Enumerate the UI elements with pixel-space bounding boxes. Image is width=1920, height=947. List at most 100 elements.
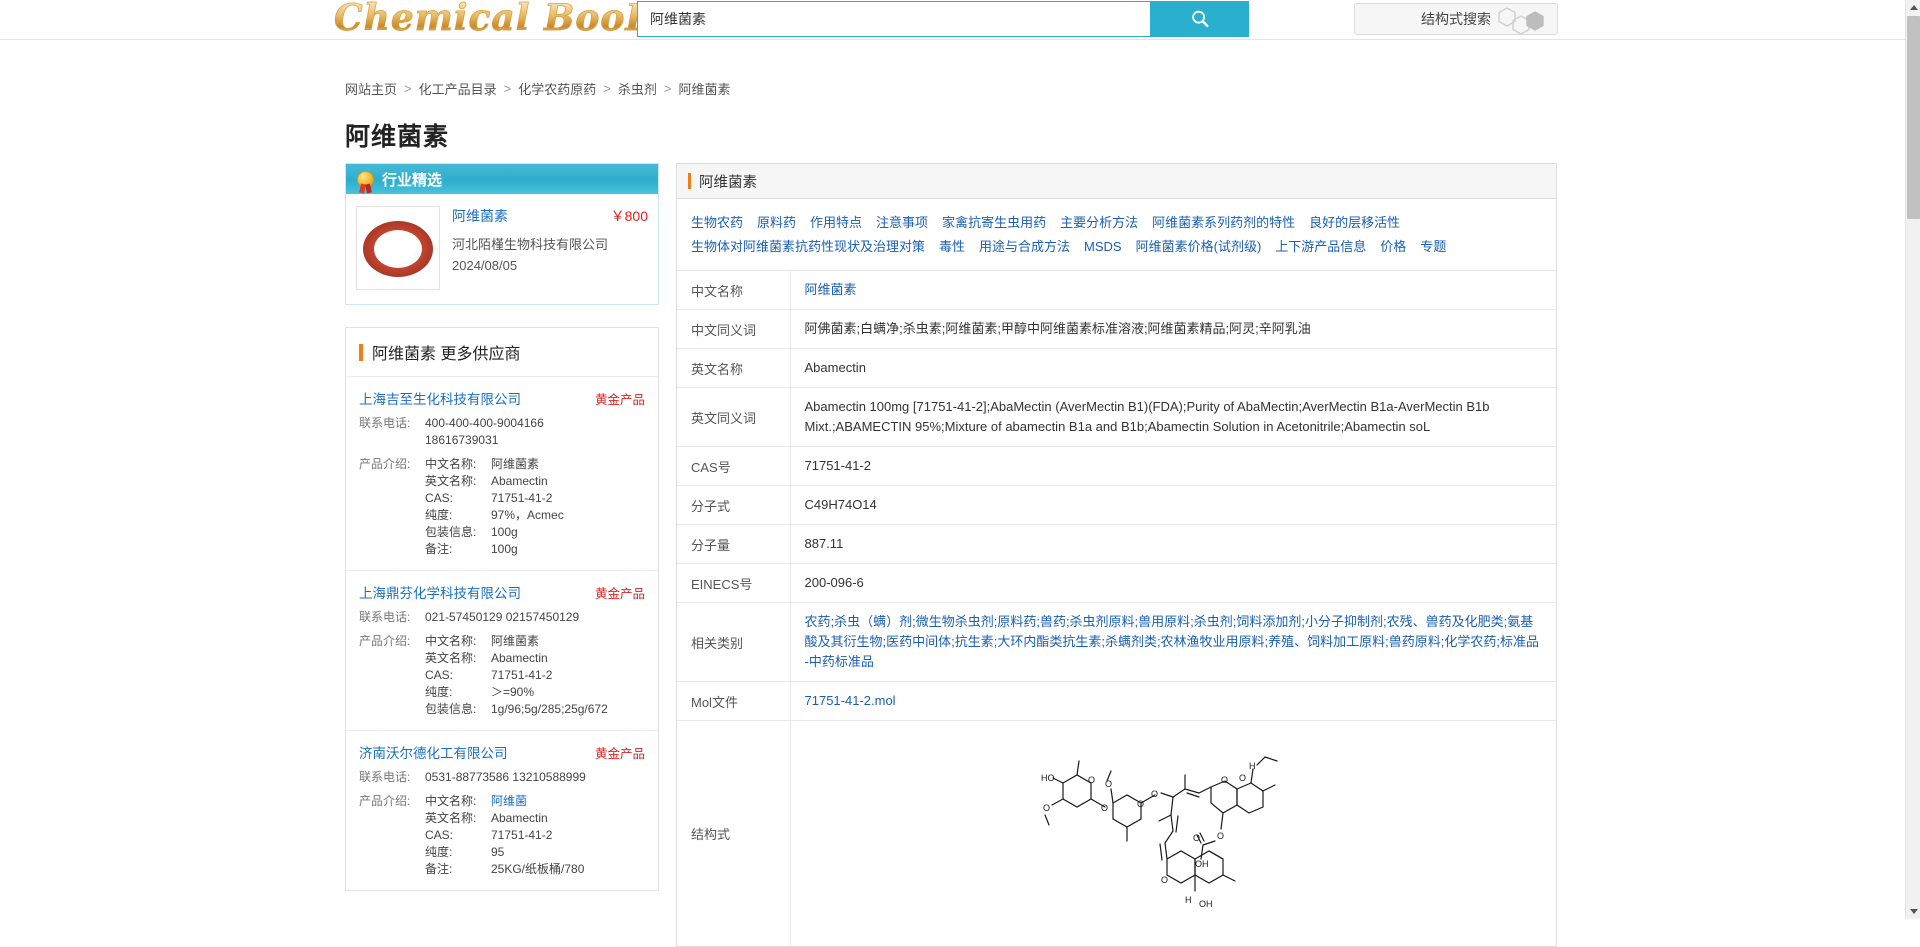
structure-search-label: 结构式搜索: [1421, 11, 1491, 27]
site-header: Chemical BooK 结构式搜索: [0, 0, 1905, 40]
intro-label: 产品介绍:: [359, 634, 411, 648]
table-row: 结构式 HO O O O O O O O O H O O OH O H OH: [677, 720, 1556, 946]
row-value: Abamectin: [790, 348, 1556, 388]
supplier-remark: 100g: [491, 542, 518, 556]
scroll-down-button[interactable]: [1906, 904, 1920, 919]
breadcrumb: 网站主页 > 化工产品目录 > 化学农药原药 > 杀虫剂 > 阿维菌素: [345, 79, 730, 98]
structure-search-button[interactable]: 结构式搜索: [1354, 3, 1558, 35]
tag-link-10[interactable]: 用途与合成方法: [979, 239, 1070, 254]
tag-link-0[interactable]: 生物农药: [691, 215, 743, 230]
tag-links: 生物农药 原料药 作用特点 注意事项 家禽抗寄生虫用药 主要分析方法 阿维菌素系列药剂的特性…: [677, 199, 1556, 271]
tag-link-11[interactable]: MSDS: [1084, 239, 1122, 254]
breadcrumb-item-3[interactable]: 杀虫剂: [618, 79, 657, 98]
gold-product-badge: 黄金产品: [594, 587, 645, 601]
cn-name-label: 中文名称:: [425, 794, 477, 808]
row-value: C49H74O14: [790, 485, 1556, 525]
search-button[interactable]: [1150, 1, 1249, 37]
breadcrumb-item-1[interactable]: 化工产品目录: [419, 79, 497, 98]
cn-name-label: 中文名称:: [425, 457, 477, 471]
suppliers-title: 阿维菌素 更多供应商: [372, 346, 521, 363]
breadcrumb-item-4[interactable]: 阿维菌素: [678, 79, 730, 98]
table-row: 相关类别 农药;杀虫（螨）剂;微生物杀虫剂;原料药;兽药;杀虫剂原料;兽用原料;…: [677, 602, 1556, 682]
hexagon-icon: [1493, 6, 1547, 37]
scrollbar-thumb[interactable]: [1907, 16, 1920, 219]
svg-text:O: O: [1101, 803, 1108, 813]
supplier-cn-name[interactable]: 阿维菌: [491, 793, 645, 810]
mol-file-link[interactable]: 71751-41-2.mol: [805, 693, 896, 708]
purity-label: 纯度:: [425, 508, 453, 522]
row-value[interactable]: 阿维菌素: [805, 282, 857, 297]
detail-panel: 阿维菌素 生物农药 原料药 作用特点 注意事项 家禽抗寄生虫用药 主要分析方法 阿维菌素系列…: [676, 163, 1557, 947]
package-label: 包装信息:: [425, 702, 477, 716]
supplier-phone-2: 18616739031: [425, 433, 499, 447]
featured-body[interactable]: 阿维菌素 ￥800 河北陌槿生物科技有限公司 2024/08/05: [346, 194, 658, 304]
cas-label: CAS:: [425, 491, 454, 505]
svg-text:O: O: [1239, 773, 1246, 783]
accent-bar: [359, 343, 363, 361]
vertical-scrollbar[interactable]: [1905, 0, 1920, 919]
supplier-company-link[interactable]: 上海鼎芬化学科技有限公司: [359, 582, 521, 602]
tag-link-2[interactable]: 作用特点: [810, 215, 862, 230]
row-value[interactable]: 农药;杀虫（螨）剂;微生物杀虫剂;原料药;兽药;杀虫剂原料;兽用原料;杀虫剂;饲…: [805, 614, 1540, 669]
site-logo[interactable]: Chemical BooK: [334, 0, 658, 39]
table-row: 中文同义词 阿佛菌素;白螨净;杀虫素;阿维菌素;甲醇中阿维菌素标准溶液;阿维菌素…: [677, 309, 1556, 349]
purity-label: 纯度:: [425, 845, 453, 859]
row-label: Mol文件: [677, 681, 791, 721]
chevron-down-icon: [1909, 909, 1918, 914]
supplier-company-link[interactable]: 上海吉至生化科技有限公司: [359, 388, 521, 408]
featured-product-name[interactable]: 阿维菌素: [452, 206, 508, 226]
supplier-phone: 021-57450129 02157450129: [425, 610, 580, 624]
breadcrumb-item-2[interactable]: 化学农药原药: [518, 79, 596, 98]
tag-link-12[interactable]: 阿维菌素价格(试剂级): [1136, 239, 1262, 254]
tag-link-5[interactable]: 主要分析方法: [1060, 215, 1138, 230]
row-label: EINECS号: [677, 563, 791, 603]
table-row: 英文名称 Abamectin: [677, 348, 1556, 388]
supplier-phone: 400-400-400-9004166: [425, 416, 544, 430]
supplier-cas: 71751-41-2: [491, 668, 553, 682]
svg-text:O: O: [1161, 875, 1168, 885]
tag-link-8[interactable]: 生物体对阿维菌素抗药性现状及治理对策: [691, 239, 925, 254]
svg-text:O: O: [1221, 775, 1228, 785]
breadcrumb-separator: >: [503, 81, 512, 96]
table-row: 分子量 887.11: [677, 524, 1556, 564]
tag-link-13[interactable]: 上下游产品信息: [1275, 239, 1366, 254]
left-sidebar: 行业精选 阿维菌素 ￥800 河北陌槿生物科技有限公司 2024/08/05 阿…: [345, 163, 659, 891]
search-input[interactable]: [637, 1, 1150, 37]
row-label: 英文名称: [677, 348, 791, 388]
supplier-remark: 25KG/纸板桶/780: [491, 862, 585, 876]
en-name-label: 英文名称:: [425, 474, 477, 488]
supplier-cas: 71751-41-2: [491, 828, 553, 842]
intro-label: 产品介绍:: [359, 794, 411, 808]
featured-info: 阿维菌素 ￥800 河北陌槿生物科技有限公司 2024/08/05: [452, 206, 648, 290]
supplier-company-link[interactable]: 济南沃尔德化工有限公司: [359, 742, 508, 762]
remark-label: 备注:: [425, 542, 453, 556]
featured-date: 2024/08/05: [452, 258, 518, 273]
cas-label: CAS:: [425, 668, 454, 682]
page-title: 阿维菌素: [345, 123, 450, 151]
detail-panel-title: 阿维菌素: [699, 174, 757, 191]
tag-link-3[interactable]: 注意事项: [876, 215, 928, 230]
search-icon: [1191, 10, 1209, 28]
suppliers-box: 阿维菌素 更多供应商 上海吉至生化科技有限公司 黄金产品 联系电话: 400-4…: [345, 327, 659, 891]
scroll-up-button[interactable]: [1906, 0, 1920, 15]
tag-link-6[interactable]: 阿维菌素系列药剂的特性: [1152, 215, 1295, 230]
row-label: 英文同义词: [677, 387, 791, 447]
tag-link-7[interactable]: 良好的层移活性: [1309, 215, 1400, 230]
tag-link-1[interactable]: 原料药: [757, 215, 796, 230]
featured-product-image[interactable]: [356, 206, 440, 290]
table-row: EINECS号 200-096-6: [677, 563, 1556, 603]
breadcrumb-item-0[interactable]: 网站主页: [345, 79, 397, 98]
tag-link-15[interactable]: 专题: [1420, 239, 1446, 254]
en-name-label: 英文名称:: [425, 651, 477, 665]
table-row: 英文同义词 Abamectin 100mg [71751-41-2];AbaMe…: [677, 387, 1556, 447]
row-value: 71751-41-2: [790, 446, 1556, 486]
supplier-purity: ＞=90%: [491, 685, 535, 699]
supplier-item: 上海吉至生化科技有限公司 黄金产品 联系电话: 400-400-400-9004…: [346, 377, 658, 571]
gold-product-badge: 黄金产品: [594, 747, 645, 761]
svg-text:O: O: [1217, 831, 1224, 841]
tag-link-14[interactable]: 价格: [1380, 239, 1406, 254]
phone-label: 联系电话:: [359, 416, 411, 430]
tag-link-4[interactable]: 家禽抗寄生虫用药: [942, 215, 1046, 230]
supplier-phone: 0531-88773586 13210588999: [425, 770, 586, 784]
tag-link-9[interactable]: 毒性: [939, 239, 965, 254]
